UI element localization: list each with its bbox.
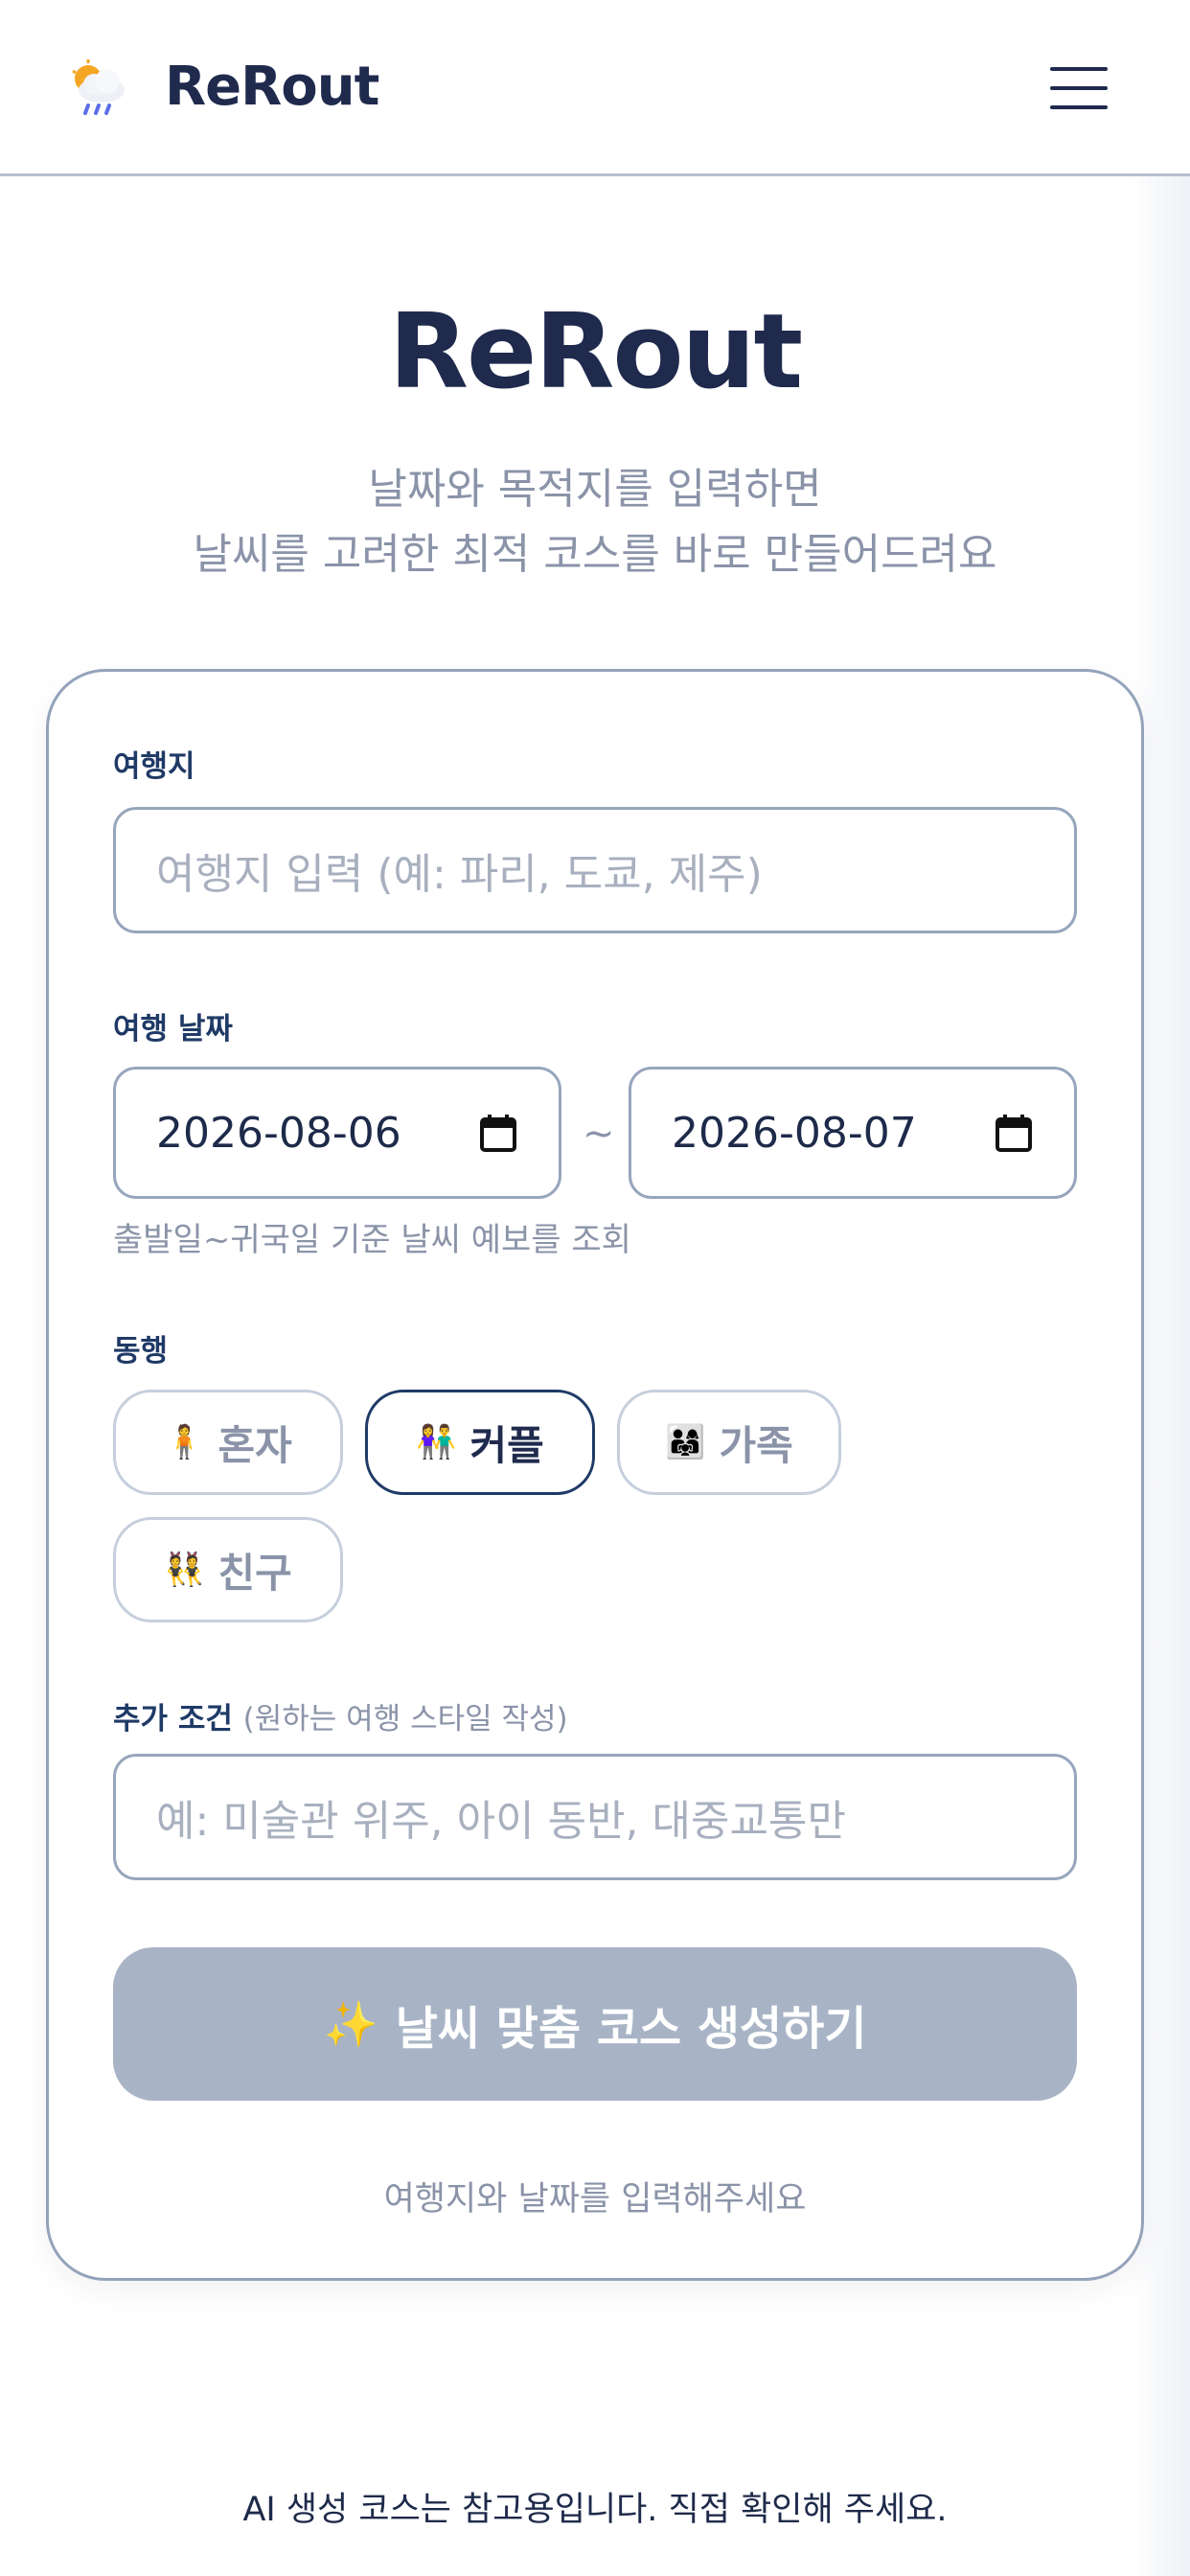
companion-label: 동행 [113,1334,169,1368]
extra-conditions-input[interactable]: 예: 미술관 위주, 아이 동반, 대중교통만 [113,1754,1077,1880]
hamburger-menu-icon[interactable] [1050,65,1108,111]
page-title: ReRout [388,292,803,412]
dates-label: 여행 날짜 [113,1012,233,1046]
couple-icon: 👫 [416,1423,457,1461]
dates-help-text: 출발일~귀국일 기준 날씨 예보를 조회 [113,1221,631,1259]
extra-label-hint: (원하는 여행 스타일 작성) [242,1702,568,1736]
extra-placeholder: 예: 미술관 위주, 아이 동반, 대중교통만 [156,1797,846,1846]
destination-label: 여행지 [113,749,195,784]
date-separator: ~ [583,1112,615,1156]
cloud-sun-rain-icon [69,58,136,119]
friends-icon: 👯 [164,1551,205,1589]
end-date-input[interactable]: 2026-08-07 [629,1067,1077,1199]
logo-text[interactable]: ReRout [165,56,379,118]
app-header: ReRout [0,0,1190,176]
form-notice: 여행지와 날짜를 입력해주세요 [383,2180,807,2219]
hero-subtitle-line1: 날짜와 목적지를 입력하면 [368,465,822,514]
chip-label: 친구 [217,1549,292,1597]
extra-label: 추가 조건 (원하는 여행 스타일 작성) [113,1694,568,1737]
start-date-value: 2026-08-06 [156,1108,401,1158]
chip-label: 커플 [469,1421,544,1469]
extra-label-text: 추가 조건 [113,1702,233,1736]
hero-subtitle-line2: 날씨를 고려한 최적 코스를 바로 만들어드려요 [193,530,997,579]
sparkles-icon: ✨ [323,1997,378,2050]
footer-disclaimer: AI 생성 코스는 참고용입니다. 직접 확인해 주세요. [242,2491,948,2529]
chip-label: 혼자 [217,1421,292,1469]
destination-placeholder: 여행지 입력 (예: 파리, 도쿄, 제주) [156,850,763,899]
family-icon: 👨‍👩‍👧 [665,1423,706,1461]
person-icon: 🧍 [164,1423,205,1461]
generate-button-label: 날씨 맞춤 코스 생성하기 [395,2002,867,2056]
companion-option-friends[interactable]: 👯 친구 [113,1517,343,1622]
calendar-icon[interactable] [995,1114,1032,1152]
companion-option-family[interactable]: 👨‍👩‍👧 가족 [617,1390,841,1495]
companion-option-solo[interactable]: 🧍 혼자 [113,1390,343,1495]
calendar-icon[interactable] [480,1114,516,1152]
start-date-input[interactable]: 2026-08-06 [113,1067,561,1199]
destination-input[interactable]: 여행지 입력 (예: 파리, 도쿄, 제주) [113,807,1077,933]
chip-label: 가족 [719,1421,793,1469]
companion-option-couple[interactable]: 👫 커플 [365,1390,595,1495]
end-date-value: 2026-08-07 [672,1108,917,1158]
generate-course-button[interactable]: ✨ 날씨 맞춤 코스 생성하기 [113,1947,1077,2101]
